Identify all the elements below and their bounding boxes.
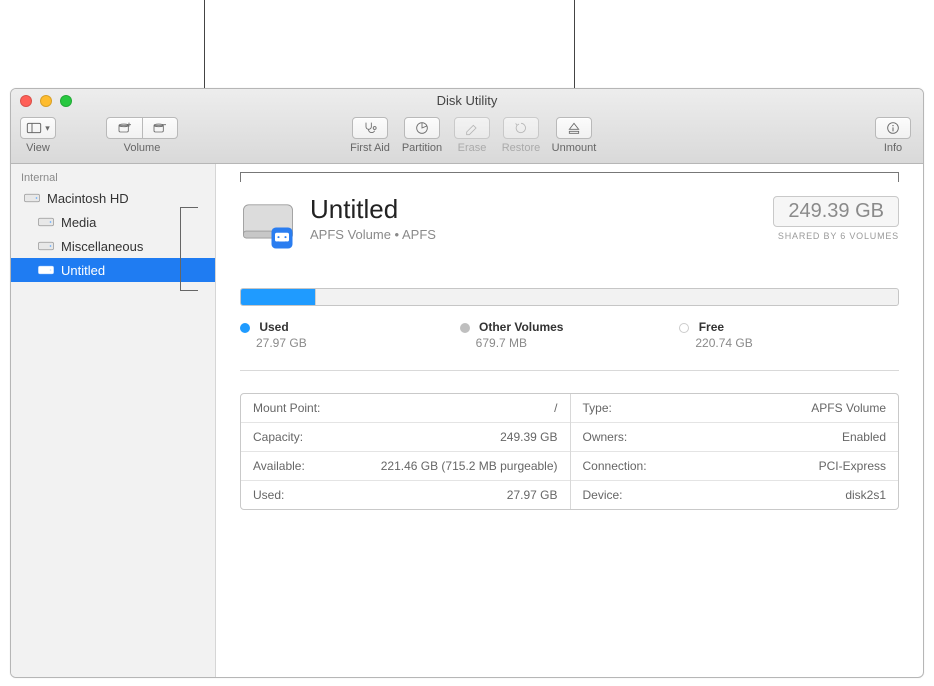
volume-subtitle: APFS Volume • APFS [310, 227, 436, 242]
volume-shared-caption: SHARED BY 6 VOLUMES [773, 231, 899, 241]
info-row: Device: disk2s1 [571, 480, 899, 509]
sidebar-item-label: Miscellaneous [61, 239, 143, 254]
info-col-right: Type: APFS Volume Owners: Enabled Connec… [570, 394, 899, 509]
toolbar: ▾ View [11, 115, 923, 164]
info-icon [885, 120, 901, 136]
window: Disk Utility ▾ View [10, 88, 924, 678]
volume-add-icon [117, 120, 133, 136]
sidebar-item-label: Macintosh HD [47, 191, 129, 206]
legend-dot-other [460, 323, 470, 333]
partition-button[interactable] [404, 117, 440, 139]
unmount-label: Unmount [546, 142, 602, 154]
info-row: Owners: Enabled [571, 422, 899, 451]
volume-add-button[interactable] [106, 117, 142, 139]
harddrive-icon [37, 213, 55, 231]
content: Untitled APFS Volume • APFS 249.39 GB SH… [216, 164, 923, 677]
annotation-bracket-side [180, 207, 198, 291]
volume-remove-button[interactable] [142, 117, 178, 139]
sidebar-item-label: Media [61, 215, 96, 230]
sidebar-section-header: Internal [11, 170, 215, 186]
firstaid-label: First Aid [344, 142, 396, 154]
info-row: Mount Point: / [241, 394, 570, 422]
partition-label: Partition [396, 142, 448, 154]
window-title: Disk Utility [11, 93, 923, 108]
harddrive-icon [37, 261, 55, 279]
legend-dot-free [679, 323, 689, 333]
erase-icon [464, 120, 480, 136]
harddrive-icon [23, 189, 41, 207]
legend-free: Free 220.74 GB [679, 320, 899, 350]
annotation-bracket-top [240, 172, 899, 182]
sidebar-item-label: Untitled [61, 263, 105, 278]
info-button[interactable] [875, 117, 911, 139]
firstaid-button[interactable] [352, 117, 388, 139]
info-col-left: Mount Point: / Capacity: 249.39 GB Avail… [241, 394, 570, 509]
legend: Used 27.97 GB Other Volumes 679.7 MB Fre… [240, 320, 899, 350]
info-row: Type: APFS Volume [571, 394, 899, 422]
eject-icon [566, 120, 582, 136]
erase-button[interactable] [454, 117, 490, 139]
usage-seg-free [316, 289, 898, 305]
titlebar: Disk Utility ▾ View [11, 89, 923, 164]
info-row: Available: 221.46 GB (715.2 MB purgeable… [241, 451, 570, 480]
restore-button[interactable] [503, 117, 539, 139]
legend-dot-used [240, 323, 250, 333]
info-row: Capacity: 249.39 GB [241, 422, 570, 451]
view-label: View [20, 142, 56, 154]
view-button[interactable]: ▾ [20, 117, 56, 139]
info-row: Connection: PCI-Express [571, 451, 899, 480]
volume-size: 249.39 GB [773, 196, 899, 227]
volume-big-icon [240, 196, 296, 252]
info-grid: Mount Point: / Capacity: 249.39 GB Avail… [240, 393, 899, 510]
volume-remove-icon [152, 120, 168, 136]
usage-bar [240, 288, 899, 306]
unmount-button[interactable] [556, 117, 592, 139]
volume-name: Untitled [310, 194, 436, 225]
info-row: Used: 27.97 GB [241, 480, 570, 509]
restore-label: Restore [496, 142, 546, 154]
harddrive-icon [37, 237, 55, 255]
restore-icon [513, 120, 529, 136]
usage-seg-used [241, 289, 315, 305]
legend-other: Other Volumes 679.7 MB [460, 320, 680, 350]
stethoscope-icon [362, 120, 378, 136]
legend-used: Used 27.97 GB [240, 320, 460, 350]
divider [240, 370, 899, 371]
volume-label: Volume [106, 142, 178, 154]
info-label: Info [875, 142, 911, 154]
erase-label: Erase [448, 142, 496, 154]
piechart-icon [414, 120, 430, 136]
sidebar-view-icon [26, 120, 42, 136]
